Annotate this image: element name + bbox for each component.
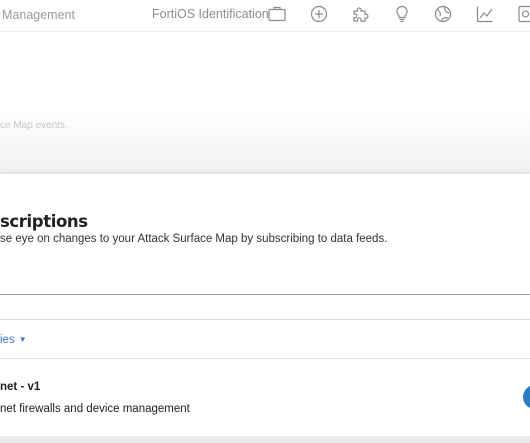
- subscription-description: net firewalls and device management: [0, 403, 190, 415]
- fortios-identification-link[interactable]: FortiOS Identification: [152, 7, 269, 21]
- page-description: se eye on changes to your Attack Surface…: [0, 233, 388, 245]
- plus-circle-icon[interactable]: [309, 4, 329, 24]
- top-bar: Management FortiOS Identification: [0, 0, 530, 32]
- lightbulb-icon[interactable]: [392, 4, 412, 24]
- breadcrumb[interactable]: Management: [2, 8, 75, 22]
- search-divider: [0, 294, 530, 295]
- caret-down-icon: ▼: [18, 335, 27, 344]
- document-icon[interactable]: [516, 4, 530, 24]
- category-filter-dropdown[interactable]: ies ▼: [0, 334, 27, 346]
- list-divider: [0, 358, 530, 359]
- section-divider: [0, 319, 530, 320]
- subscription-toggle[interactable]: [523, 385, 530, 409]
- subscriptions-panel: scriptions se eye on changes to your Att…: [0, 174, 530, 443]
- events-hint-text: ce Map events.: [0, 120, 68, 131]
- briefcase-icon[interactable]: [267, 4, 287, 24]
- line-chart-icon[interactable]: [475, 4, 495, 24]
- page-title: scriptions: [0, 212, 88, 231]
- bottom-scroll-strip: [0, 436, 530, 443]
- events-section: ce Map events.: [0, 32, 530, 174]
- subscription-name: net - v1: [0, 381, 41, 393]
- category-filter-label: ies: [0, 334, 15, 346]
- globe-icon[interactable]: [433, 4, 453, 24]
- puzzle-icon[interactable]: [351, 4, 371, 24]
